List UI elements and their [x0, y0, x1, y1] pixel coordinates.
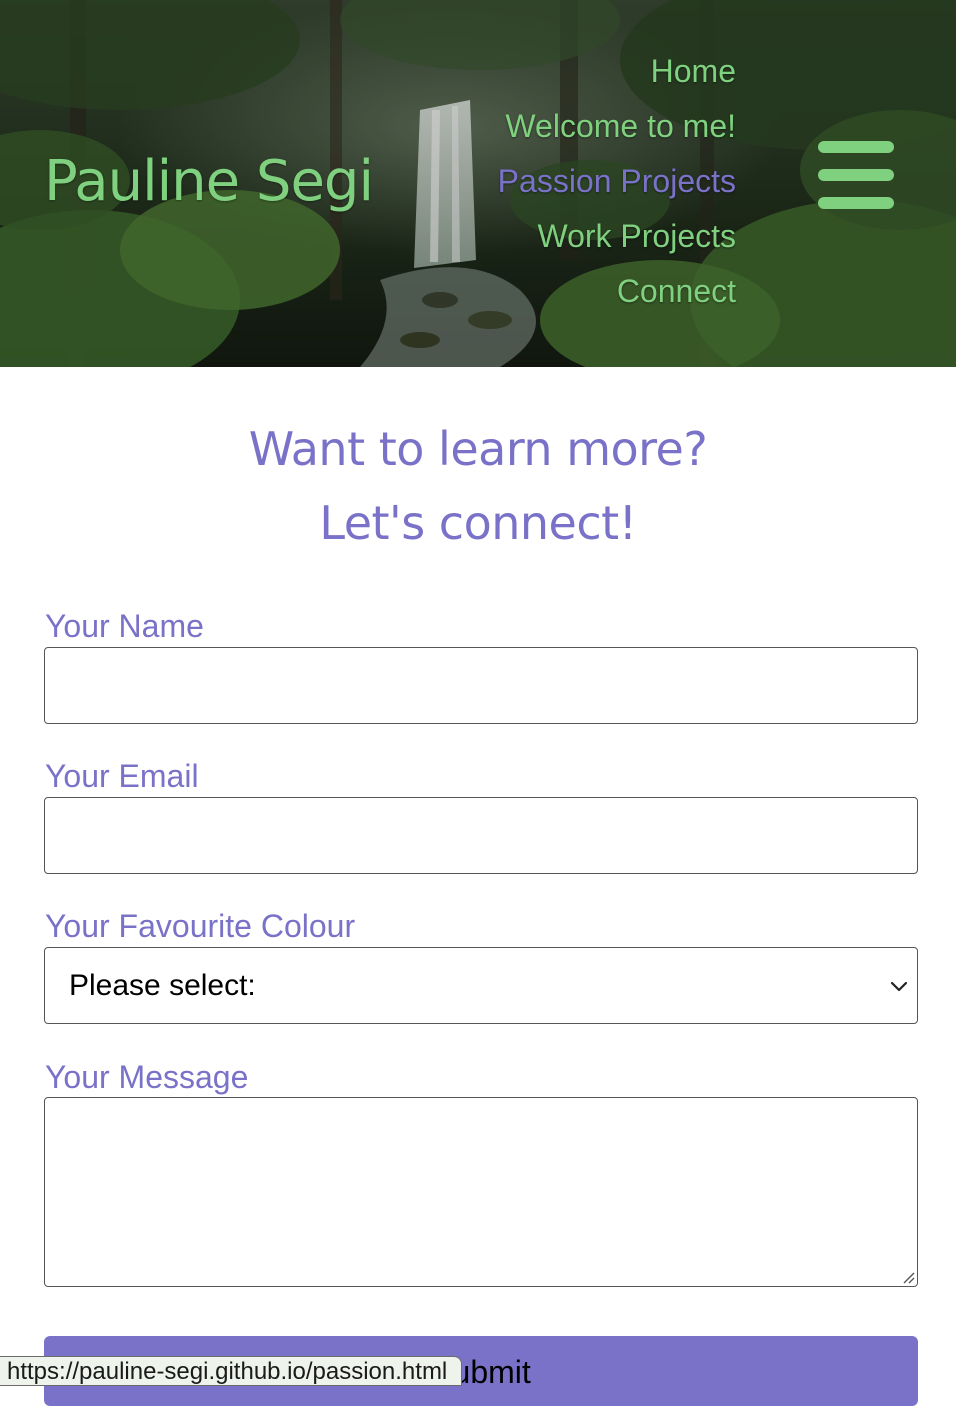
link-status-bar: https://pauline-segi.github.io/passion.h… [0, 1356, 463, 1386]
chevron-down-icon [890, 981, 908, 992]
heading-line-1: Want to learn more? [248, 422, 708, 476]
resize-grip-icon[interactable] [899, 1268, 915, 1284]
message-label: Your Message [45, 1059, 249, 1095]
email-label: Your Email [45, 758, 199, 794]
hamburger-menu-icon[interactable] [818, 141, 894, 209]
nav-item-connect[interactable]: Connect [498, 264, 736, 319]
colour-select-value: Please select: [69, 968, 256, 1002]
hamburger-bar-top [818, 141, 894, 153]
name-input[interactable] [44, 647, 918, 724]
email-input[interactable] [44, 797, 918, 874]
colour-select[interactable]: Please select: [44, 947, 918, 1024]
hamburger-bar-bottom [818, 197, 894, 209]
hamburger-bar-middle [818, 169, 894, 181]
message-textarea[interactable] [44, 1097, 918, 1287]
nav-item-welcome[interactable]: Welcome to me! [498, 99, 736, 154]
nav-item-passion-projects[interactable]: Passion Projects [498, 154, 736, 209]
name-label: Your Name [45, 608, 204, 644]
nav-item-work-projects[interactable]: Work Projects [498, 209, 736, 264]
hero-header: Pauline Segi Home Welcome to me! Passion… [0, 0, 956, 367]
site-title[interactable]: Pauline Segi [44, 146, 374, 218]
heading-line-2: Let's connect! [319, 496, 637, 550]
colour-label: Your Favourite Colour [45, 908, 356, 944]
connect-heading: Want to learn more? Let's connect! [0, 412, 956, 560]
main-nav: Home Welcome to me! Passion Projects Wor… [498, 44, 736, 319]
nav-item-home[interactable]: Home [498, 44, 736, 99]
